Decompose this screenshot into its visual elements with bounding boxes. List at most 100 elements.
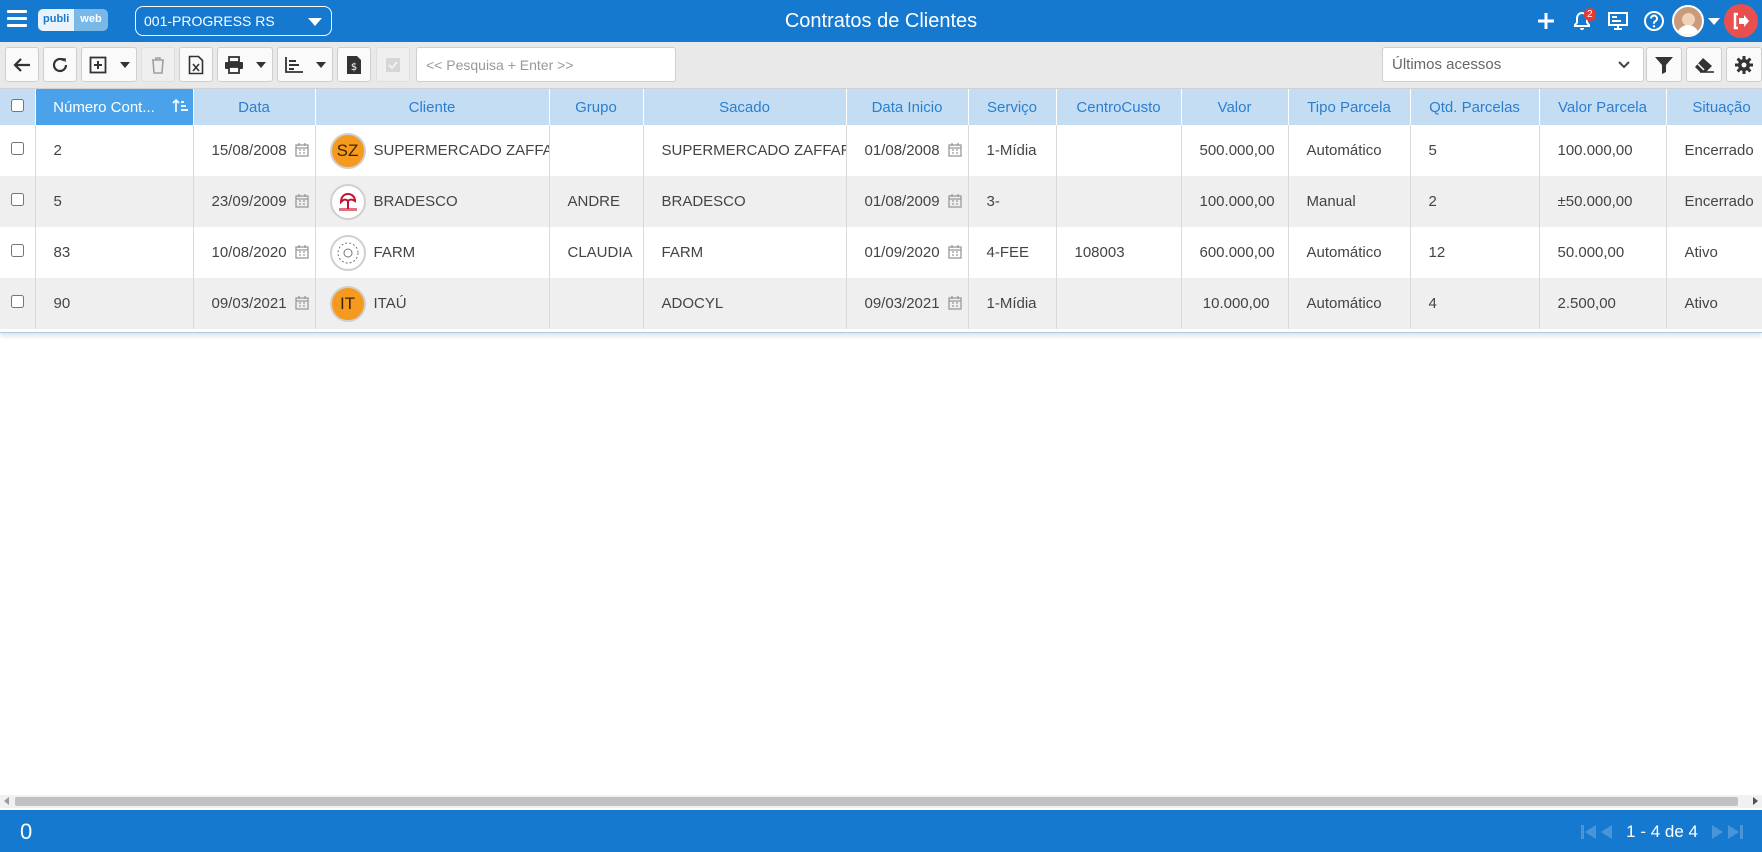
- company-selector[interactable]: 001-PROGRESS RS: [135, 6, 332, 36]
- column-header-centro-custo[interactable]: CentroCusto: [1056, 89, 1182, 125]
- logout-button[interactable]: [1724, 4, 1758, 38]
- add-button[interactable]: [1528, 0, 1564, 42]
- scrollbar-thumb[interactable]: [15, 797, 1738, 806]
- cell-numero: 83: [35, 227, 194, 278]
- cell-valor: 600.000,00: [1181, 227, 1289, 278]
- column-header-numero[interactable]: Número Cont...: [35, 89, 194, 125]
- delete-button[interactable]: [141, 47, 175, 82]
- eraser-icon: [1695, 57, 1714, 73]
- settings-button[interactable]: [1726, 47, 1762, 82]
- app-logo[interactable]: publi web: [38, 9, 108, 31]
- search-input[interactable]: [416, 47, 676, 82]
- calendar-icon[interactable]: [947, 143, 962, 157]
- cell-data-inicio-value: 01/09/2020: [864, 244, 940, 261]
- column-header-valor-parcela[interactable]: Valor Parcela: [1539, 89, 1667, 125]
- table-row[interactable]: 2 15/08/2008 SZ SUPERMERCADO ZAFFARI SUPE…: [0, 125, 1762, 176]
- calendar-icon[interactable]: [947, 194, 962, 208]
- column-header-qtd-parcelas[interactable]: Qtd. Parcelas: [1410, 89, 1540, 125]
- cell-servico: 1-Mídia: [968, 278, 1057, 329]
- row-checkbox[interactable]: [10, 193, 24, 206]
- cell-data-inicio: 01/08/2009: [846, 176, 969, 227]
- cell-data-value: 09/03/2021: [211, 295, 287, 312]
- cell-situacao: Ativo: [1666, 227, 1762, 278]
- calendar-icon[interactable]: [294, 143, 309, 157]
- column-header-sacado[interactable]: Sacado: [643, 89, 847, 125]
- scroll-right-icon[interactable]: [1753, 797, 1758, 805]
- chevron-down-icon: [256, 61, 266, 68]
- next-page-button[interactable]: [1710, 823, 1724, 841]
- help-button[interactable]: [1636, 0, 1672, 42]
- column-header-servico[interactable]: Serviço: [968, 89, 1057, 125]
- cell-cliente: FARM: [315, 227, 550, 278]
- print-button[interactable]: [217, 47, 273, 82]
- financial-document-button[interactable]: $: [337, 47, 371, 82]
- chevron-down-icon[interactable]: [1708, 17, 1720, 25]
- row-select-cell: [0, 176, 36, 227]
- cell-cliente: BRADESCO: [315, 176, 550, 227]
- chart-button[interactable]: [277, 47, 333, 82]
- menu-icon[interactable]: [7, 10, 27, 30]
- select-all-checkbox[interactable]: [10, 98, 24, 112]
- column-header-valor[interactable]: Valor: [1181, 89, 1289, 125]
- new-record-button[interactable]: [81, 47, 137, 82]
- recent-access-dropdown[interactable]: Últimos acessos: [1382, 47, 1644, 82]
- refresh-button[interactable]: [43, 47, 77, 82]
- prev-page-button[interactable]: [1600, 823, 1614, 841]
- calendar-icon[interactable]: [294, 245, 309, 259]
- table-row[interactable]: 83 10/08/2020 FARM CLAUDIA FARM 01/09/20…: [0, 227, 1762, 278]
- calendar-icon[interactable]: [294, 194, 309, 208]
- column-header-grupo[interactable]: Grupo: [549, 89, 644, 125]
- user-avatar[interactable]: [1672, 5, 1704, 37]
- row-checkbox[interactable]: [10, 295, 24, 308]
- cell-valor-parcela: 50.000,00: [1539, 227, 1667, 278]
- row-checkbox[interactable]: [10, 142, 24, 155]
- filter-button[interactable]: [1646, 47, 1682, 82]
- sort-ascending-icon[interactable]: [171, 98, 188, 114]
- table-header-row: Número Cont... Data Cliente Grupo Sacado…: [0, 89, 1762, 125]
- table-row[interactable]: 5 23/09/2009 BRADESCO ANDRE BRADESCO 01/…: [0, 176, 1762, 227]
- back-button[interactable]: [5, 47, 39, 82]
- cell-tipo-parcela: Automático: [1288, 278, 1411, 329]
- calendar-icon[interactable]: [947, 296, 962, 310]
- confirm-button[interactable]: [376, 47, 410, 82]
- logout-icon: [1733, 12, 1749, 30]
- cell-numero: 90: [35, 278, 194, 329]
- column-header-situacao[interactable]: Situação: [1666, 89, 1762, 125]
- row-checkbox[interactable]: [10, 244, 24, 257]
- table-row[interactable]: 90 09/03/2021 IT ITAÚ ADOCYL 09/03/2021 1…: [0, 278, 1762, 329]
- client-name: ITAÚ: [373, 295, 407, 312]
- column-header-data[interactable]: Data: [193, 89, 316, 125]
- monitor-button[interactable]: [1600, 0, 1636, 42]
- last-page-icon: [1728, 825, 1743, 839]
- calendar-icon[interactable]: [294, 296, 309, 310]
- cell-valor: 500.000,00: [1181, 125, 1289, 176]
- first-page-button[interactable]: [1580, 823, 1598, 841]
- arrow-left-icon: [13, 57, 30, 72]
- scroll-left-icon[interactable]: [4, 797, 9, 805]
- column-header-data-inicio[interactable]: Data Inicio: [846, 89, 969, 125]
- row-select-cell: [0, 278, 36, 329]
- cell-data-value: 10/08/2020: [211, 244, 287, 261]
- last-page-button[interactable]: [1726, 823, 1744, 841]
- column-header-cliente[interactable]: Cliente: [315, 89, 550, 125]
- calendar-icon[interactable]: [947, 245, 962, 259]
- filter-icon: [1655, 56, 1673, 74]
- notifications-button[interactable]: 2: [1564, 0, 1600, 42]
- row-select-cell: [0, 227, 36, 278]
- cell-grupo: [549, 278, 644, 329]
- first-page-icon: [1581, 825, 1597, 839]
- cell-servico: 3-: [968, 176, 1057, 227]
- plus-icon: [1538, 13, 1554, 29]
- cell-grupo: ANDRE: [549, 176, 644, 227]
- export-excel-button[interactable]: [179, 47, 213, 82]
- cell-data-inicio-value: 01/08/2009: [864, 193, 940, 210]
- cell-sacado: BRADESCO: [643, 176, 847, 227]
- horizontal-scrollbar[interactable]: [0, 795, 1762, 808]
- cell-data-inicio: 01/08/2008: [846, 125, 969, 176]
- cell-grupo: CLAUDIA: [549, 227, 644, 278]
- column-header-tipo-parcela[interactable]: Tipo Parcela: [1288, 89, 1411, 125]
- clear-filter-button[interactable]: [1686, 47, 1722, 82]
- cell-data-inicio-value: 01/08/2008: [864, 142, 940, 159]
- client-avatar: SZ: [329, 132, 366, 169]
- cell-valor: 100.000,00: [1181, 176, 1289, 227]
